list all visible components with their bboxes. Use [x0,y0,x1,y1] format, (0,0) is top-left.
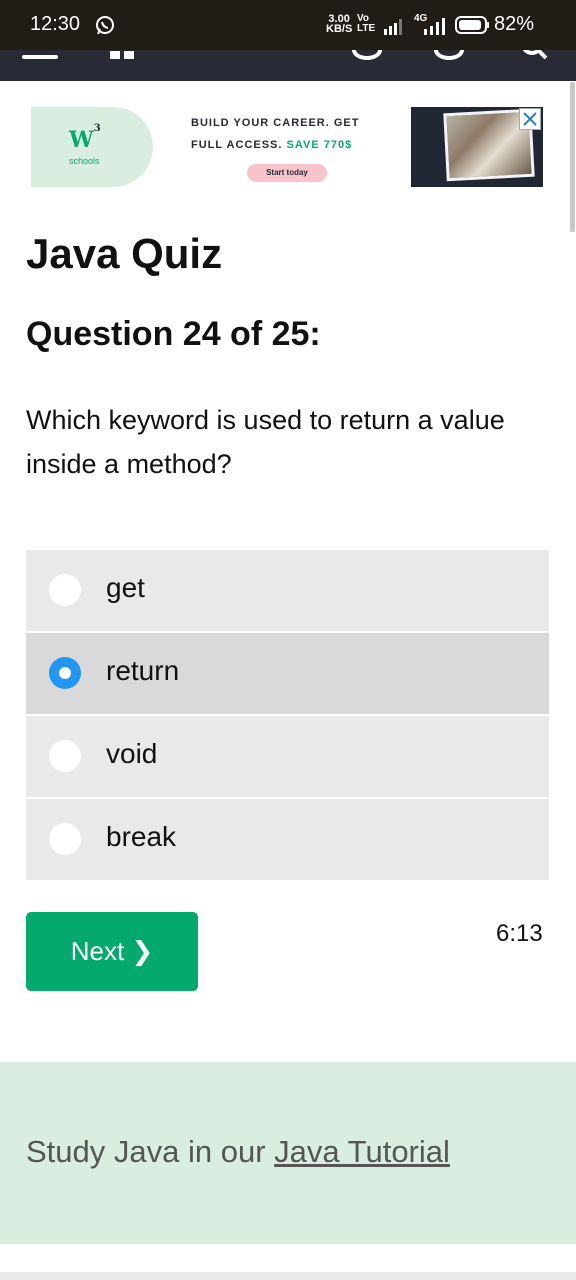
radio-button[interactable] [49,823,81,855]
logo-sup: 3 [93,122,101,134]
answer-options: get return void break [26,550,549,882]
question-number: Question 24 of 25: [26,315,321,353]
search-icon[interactable] [520,50,548,60]
answer-option[interactable]: get [26,550,549,631]
ad-close-button[interactable] [519,108,541,130]
radio-button-selected[interactable] [49,657,81,689]
battery-icon [455,16,489,34]
answer-option[interactable]: void [26,716,549,797]
quiz-timer: 6:13 [496,920,543,947]
ad-cta-button[interactable]: Start today [247,164,327,182]
tutorials-icon[interactable] [110,51,136,59]
logo-letter: W [69,127,94,153]
network-speed: 3.00 KB/S [326,14,353,35]
answer-option[interactable]: return [26,633,549,714]
signal-icon-2 [424,18,445,35]
ad-banner[interactable]: W3 schools BUILD YOUR CAREER. GET FULL A… [31,107,543,187]
status-bar: 12:30 3.00 KB/S Vo LTE 4G 82% [0,0,576,50]
menu-icon[interactable] [22,55,58,59]
scrollbar[interactable] [570,82,575,232]
globe-icon[interactable] [434,50,464,60]
close-icon [523,112,537,126]
volte-bottom: LTE [357,23,376,34]
option-label: return [106,655,180,686]
w3schools-logo: W3 [69,123,101,153]
answer-option[interactable]: break [26,799,549,880]
option-label: void [106,738,158,769]
top-nav [0,50,576,81]
ad-headline-2-prefix: FULL ACCESS. [191,139,283,151]
option-label: get [106,572,145,603]
ad-headline-1: BUILD YOUR CAREER. GET [191,117,360,129]
ad-headline-2: FULL ACCESS. SAVE 770$ [191,139,352,151]
option-label: break [106,821,177,852]
tutorial-promo: Study Java in our Java Tutorial [0,1062,576,1244]
ad-save-text: SAVE 770$ [286,139,353,151]
status-time: 12:30 [30,13,81,35]
volte-indicator: Vo LTE [357,14,375,34]
logo-subtitle: schools [69,156,100,166]
page-title: Java Quiz [26,230,223,277]
signal-icon [384,19,402,35]
next-button[interactable]: Next ❯ [26,912,198,991]
promo-prefix: Study Java in our [26,1134,275,1169]
speed-unit: KB/S [326,23,353,35]
java-tutorial-link[interactable]: Java Tutorial [274,1134,450,1169]
radio-button[interactable] [49,740,81,772]
question-text: Which keyword is used to return a value … [26,405,505,479]
promo-text: Study Java in our Java Tutorial [26,1134,450,1170]
radio-button[interactable] [49,574,81,606]
theme-toggle-icon[interactable] [352,50,382,60]
battery-percent: 82% [494,13,535,35]
bottom-divider [0,1272,576,1280]
whatsapp-icon [96,16,114,35]
